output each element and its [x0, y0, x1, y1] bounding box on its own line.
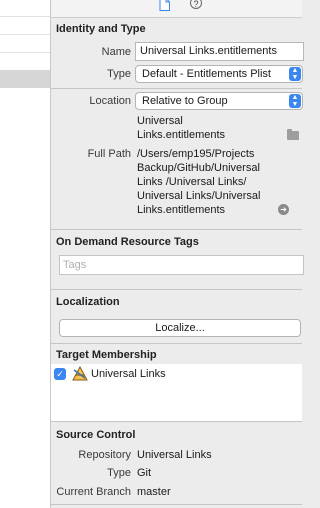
type-popup-value: Default - Entitlements Plist — [142, 68, 271, 80]
navigator-row[interactable] — [0, 52, 50, 53]
scm-type-label: Type — [107, 467, 131, 479]
chevron-updown-icon: ▲ ▼ — [289, 67, 301, 81]
location-file-line: Universal — [137, 115, 183, 127]
location-popup-value: Relative to Group — [142, 95, 228, 107]
divider — [51, 229, 302, 230]
target-membership-item-label: Universal Links — [91, 368, 166, 380]
divider — [51, 88, 302, 89]
target-membership-list — [51, 364, 302, 421]
target-membership-section-title: Target Membership — [56, 349, 157, 361]
localization-section-title: Localization — [56, 296, 120, 308]
location-label: Location — [89, 95, 131, 107]
divider — [51, 289, 302, 290]
xcode-target-icon — [72, 366, 88, 381]
source-control-section-title: Source Control — [56, 429, 136, 441]
identity-section-title: Identity and Type — [56, 23, 146, 35]
scm-type-value: Git — [137, 467, 152, 479]
navigator-row[interactable] — [0, 16, 50, 17]
full-path-line: /Users/emp195/Projects — [137, 148, 255, 160]
name-field[interactable]: Universal Links.entitlements — [135, 42, 304, 61]
reveal-arrow-icon[interactable]: ➜ — [278, 204, 289, 215]
divider — [51, 421, 302, 422]
full-path-label: Full Path — [87, 148, 131, 160]
full-path-line: Backup/GitHub/Universal — [137, 162, 260, 174]
document-icon[interactable] — [159, 0, 170, 11]
name-label: Name — [101, 46, 131, 58]
file-inspector: ? Identity and Type Name Universal Links… — [51, 0, 304, 508]
on-demand-section-title: On Demand Resource Tags — [56, 236, 199, 248]
navigator-row[interactable] — [0, 34, 50, 35]
localize-button[interactable]: Localize... — [59, 319, 301, 337]
full-path-line: Links /Universal Links/ — [137, 176, 247, 188]
repository-label: Repository — [78, 449, 131, 461]
location-file-line: Links.entitlements — [137, 129, 226, 141]
divider — [51, 343, 302, 344]
type-label: Type — [107, 68, 131, 80]
folder-icon[interactable] — [287, 129, 299, 140]
full-path-line: Universal Links/Universal — [137, 190, 261, 202]
navigator-row-selected[interactable] — [0, 70, 50, 88]
current-branch-value: master — [137, 486, 171, 498]
chevron-updown-icon: ▲ ▼ — [289, 94, 301, 108]
type-popup[interactable]: Default - Entitlements Plist ▲ ▼ — [135, 65, 303, 83]
repository-value: Universal Links — [137, 449, 212, 461]
tags-field[interactable]: Tags — [59, 255, 304, 275]
current-branch-label: Current Branch — [56, 486, 131, 498]
inspector-tab-bar: ? — [51, 0, 302, 18]
location-popup[interactable]: Relative to Group ▲ ▼ — [135, 92, 303, 110]
full-path-line: Links.entitlements — [137, 204, 226, 216]
target-checkbox[interactable]: ✓ — [54, 368, 66, 380]
divider — [51, 504, 302, 505]
navigator-column — [0, 0, 51, 508]
help-icon[interactable]: ? — [190, 0, 202, 9]
